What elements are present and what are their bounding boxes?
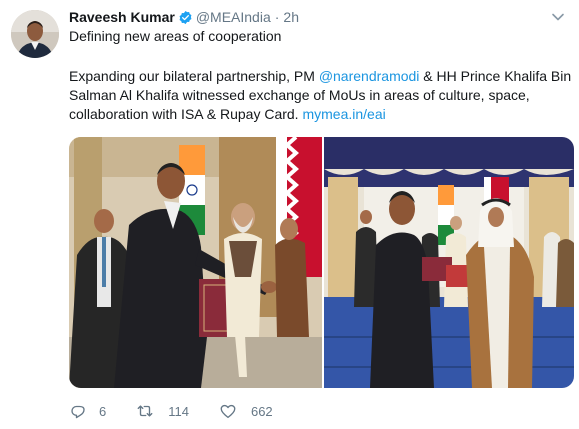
tweet-line: Expanding our bilateral partnership, PM …: [69, 67, 572, 86]
media-grid: [69, 137, 574, 388]
heart-icon: [220, 404, 236, 419]
chevron-down-icon[interactable]: [551, 10, 565, 24]
reply-count: 6: [99, 403, 107, 419]
reply-icon: [71, 405, 85, 419]
photo-left[interactable]: [69, 137, 322, 388]
retweet-count: 114: [168, 403, 189, 419]
mention-narendramodi[interactable]: @narendramodi: [319, 68, 420, 84]
like-button[interactable]: 662: [219, 402, 273, 420]
avatar[interactable]: [11, 10, 59, 58]
retweet-button[interactable]: 114: [136, 402, 189, 420]
separator-dot: ·: [274, 9, 280, 25]
tweet[interactable]: Raveesh Kumar @MEAIndia · 2h Defining ne…: [0, 0, 579, 429]
tweet-text: & HH Prince Khalifa Bin: [419, 68, 572, 84]
tweet-body: Expanding our bilateral partnership, PM …: [69, 67, 572, 124]
tweet-first-line: Defining new areas of cooperation: [69, 28, 282, 44]
author-name[interactable]: Raveesh Kumar: [69, 9, 175, 25]
tweet-actions: 6 114 662: [69, 400, 303, 422]
tweet-text: collaboration with ISA & Rupay Card.: [69, 106, 303, 122]
tweet-link[interactable]: mymea.in/eai: [302, 106, 385, 122]
verified-badge-icon: [178, 10, 193, 25]
tweet-timestamp[interactable]: 2h: [283, 9, 299, 25]
tweet-header: Raveesh Kumar @MEAIndia · 2h: [69, 8, 299, 26]
tweet-line: Salman Al Khalifa witnessed exchange of …: [69, 87, 530, 103]
author-handle[interactable]: @MEAIndia: [196, 9, 271, 25]
tweet-text: Expanding our bilateral partnership, PM: [69, 68, 319, 84]
tweet-line: collaboration with ISA & Rupay Card. mym…: [69, 105, 569, 124]
like-count: 662: [250, 403, 273, 419]
reply-button[interactable]: 6: [69, 402, 106, 420]
photo-right[interactable]: [324, 137, 574, 388]
retweet-icon: [137, 405, 153, 417]
